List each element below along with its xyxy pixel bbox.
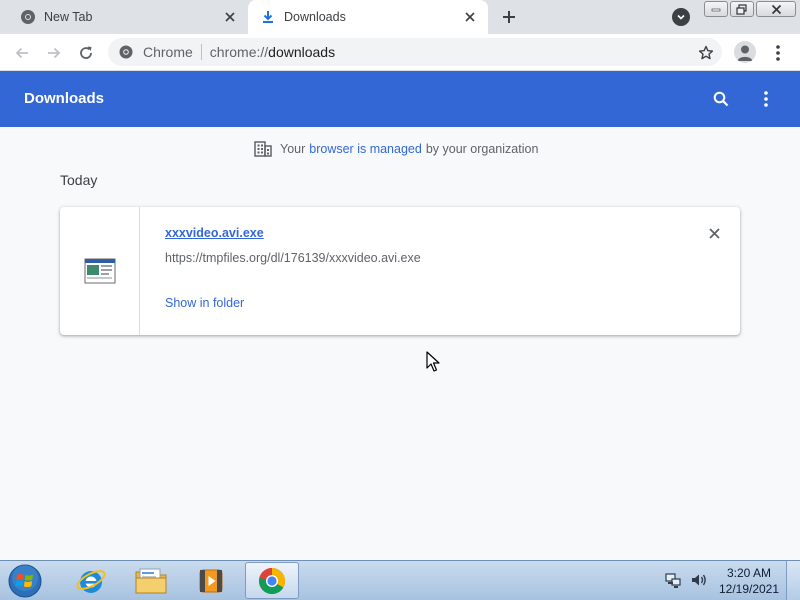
- profile-avatar[interactable]: [734, 41, 756, 63]
- downloads-menu-button[interactable]: [756, 88, 776, 110]
- managed-suffix: by your organization: [425, 142, 539, 156]
- page-scheme-label: Chrome: [143, 44, 193, 60]
- close-icon: [771, 4, 781, 14]
- system-tray: [664, 571, 708, 589]
- downloads-header: Downloads: [0, 71, 800, 127]
- forward-button[interactable]: [42, 41, 66, 65]
- clock-date: 12/19/2021: [718, 582, 780, 596]
- mouse-cursor-icon: [426, 351, 440, 372]
- taskbar-chrome[interactable]: [245, 562, 299, 599]
- divider: [200, 44, 202, 60]
- close-icon: [708, 227, 720, 239]
- tab-title: Downloads: [284, 10, 346, 24]
- file-explorer-icon: [135, 568, 167, 593]
- taskbar-internet-explorer[interactable]: [64, 562, 118, 599]
- date-section-label: Today: [60, 172, 98, 188]
- restore-icon: [736, 3, 747, 15]
- volume-icon[interactable]: [690, 571, 708, 589]
- close-window-button[interactable]: [756, 1, 796, 17]
- download-source-url[interactable]: https://tmpfiles.org/dl/176139/xxxvideo.…: [165, 251, 421, 265]
- new-tab-button[interactable]: [496, 6, 522, 28]
- minimize-button[interactable]: [704, 1, 728, 17]
- tab-strip: New Tab Downloads: [0, 0, 800, 34]
- download-icon: [260, 9, 276, 25]
- taskbar: 3:20 AM 12/19/2021: [0, 560, 800, 600]
- chrome-icon: [258, 567, 286, 594]
- internet-explorer-icon: [76, 569, 106, 593]
- windows-logo-icon: [8, 564, 42, 598]
- tab-title: New Tab: [44, 10, 93, 24]
- taskbar-media-player[interactable]: [184, 562, 238, 599]
- chrome-icon: [118, 44, 134, 60]
- address-bar[interactable]: Chrome chrome:// downloads: [108, 38, 722, 66]
- media-player-icon: [199, 569, 223, 592]
- browser-menu-button[interactable]: [768, 42, 788, 64]
- executable-file-icon: [84, 258, 115, 284]
- plus-icon: [503, 11, 515, 23]
- chevron-down-icon: [677, 14, 685, 20]
- restore-button[interactable]: [730, 1, 754, 17]
- managed-link[interactable]: browser is managed: [309, 142, 422, 156]
- search-downloads-button[interactable]: [710, 88, 732, 110]
- search-icon: [713, 91, 729, 107]
- close-tab-icon[interactable]: [220, 7, 240, 27]
- building-icon: [254, 140, 272, 158]
- reload-icon: [80, 46, 92, 59]
- minimize-icon: [711, 8, 721, 12]
- taskbar-clock[interactable]: 3:20 AM 12/19/2021: [716, 565, 782, 597]
- download-item: xxxvideo.avi.exe https://tmpfiles.org/dl…: [60, 207, 740, 335]
- arrow-left-icon: [15, 47, 28, 59]
- taskbar-file-explorer[interactable]: [124, 562, 178, 599]
- person-icon: [737, 45, 753, 61]
- browser-window: New Tab Downloads Chrome chrome:// downl…: [0, 0, 800, 600]
- start-button[interactable]: [6, 563, 44, 599]
- close-tab-icon[interactable]: [460, 7, 480, 27]
- url-scheme: chrome://: [209, 44, 269, 60]
- file-icon-column: [60, 207, 140, 335]
- more-vert-icon: [776, 45, 780, 61]
- download-filename-link[interactable]: xxxvideo.avi.exe: [165, 226, 264, 240]
- reload-button[interactable]: [74, 41, 98, 65]
- bookmark-star-icon[interactable]: [696, 43, 716, 63]
- tab-downloads[interactable]: Downloads: [248, 0, 488, 34]
- tab-new-tab[interactable]: New Tab: [0, 0, 248, 34]
- show-in-folder-link[interactable]: Show in folder: [165, 296, 244, 310]
- window-controls: [704, 1, 796, 17]
- arrow-right-icon: [48, 47, 61, 59]
- managed-notice: Your browser is managed by your organiza…: [254, 139, 538, 159]
- tab-search-button[interactable]: [672, 8, 690, 26]
- more-vert-icon: [764, 91, 768, 107]
- network-icon[interactable]: [664, 571, 682, 589]
- managed-prefix: Your: [280, 142, 306, 156]
- show-desktop-button[interactable]: [786, 561, 800, 600]
- url-host: downloads: [268, 44, 336, 60]
- back-button[interactable]: [10, 41, 34, 65]
- browser-toolbar: Chrome chrome:// downloads: [0, 34, 800, 71]
- remove-download-button[interactable]: [704, 223, 724, 243]
- page-title: Downloads: [24, 90, 105, 107]
- chrome-icon: [20, 9, 36, 25]
- clock-time: 3:20 AM: [726, 566, 772, 580]
